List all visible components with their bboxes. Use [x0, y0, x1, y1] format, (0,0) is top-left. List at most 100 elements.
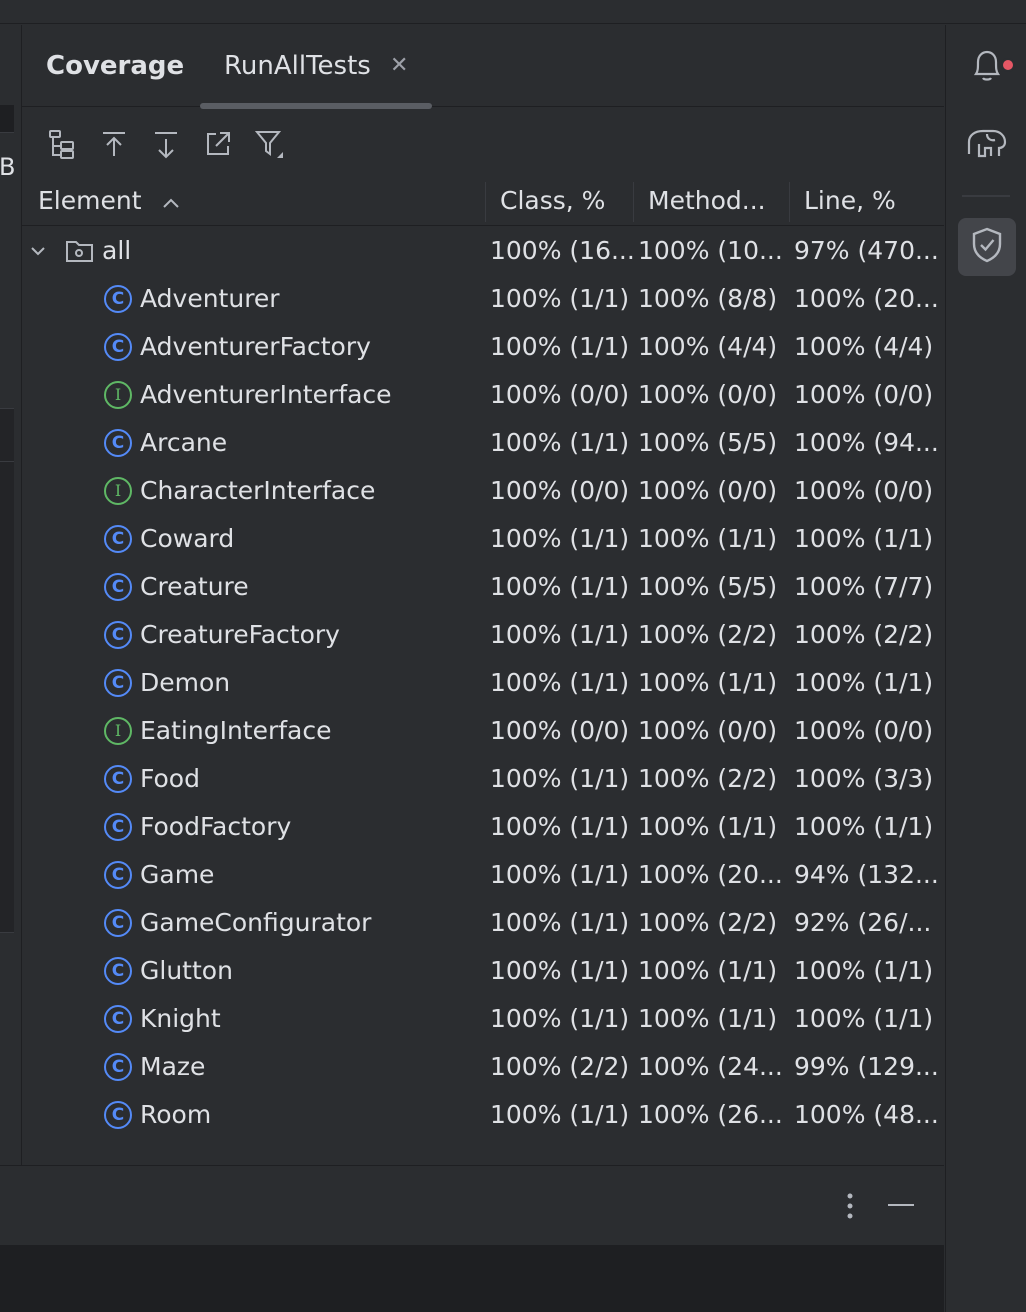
icon-glyph: C: [111, 865, 125, 885]
class-coverage: 100% (1/1): [490, 764, 630, 793]
icon-glyph: C: [111, 337, 125, 357]
table-row[interactable]: I CharacterInterface 100% (0/0) 100% (0/0) 1…: [22, 467, 944, 515]
line-coverage: 100% (2/2): [794, 620, 934, 649]
table-row[interactable]: C Coward 100% (1/1) 100% (1/1) 100% (1/1): [22, 515, 944, 563]
interface-icon: I: [104, 381, 132, 409]
table-row[interactable]: I AdventurerInterface 100% (0/0) 100% (0/0)…: [22, 371, 944, 419]
table-row[interactable]: C Creature 100% (1/1) 100% (5/5) 100% (7/7): [22, 563, 944, 611]
method-coverage: 100% (2/2): [638, 620, 778, 649]
tree-row-name: Arcane: [140, 428, 228, 457]
class-coverage: 100% (0/0): [490, 716, 630, 745]
class-coverage: 100% (1/1): [490, 956, 630, 985]
left-edge-strip: [0, 105, 14, 133]
class-coverage: 100% (1/1): [490, 284, 630, 313]
coverage-tool-button[interactable]: [958, 218, 1016, 276]
coverage-tool-window: Coverage RunAllTests ✕ Element Class, % …: [22, 25, 944, 1165]
class-coverage: 100% (1/1): [490, 524, 630, 553]
right-tool-strip: [945, 25, 1026, 1312]
tree-row-name: FoodFactory: [140, 812, 292, 841]
elephant-icon: [965, 126, 1009, 166]
column-divider[interactable]: [633, 182, 634, 222]
table-row[interactable]: C FoodFactory 100% (1/1) 100% (1/1) 100% (1/…: [22, 803, 944, 851]
left-edge-panel: [0, 408, 14, 933]
method-coverage: 100% (0/0): [638, 716, 778, 745]
table-row[interactable]: I EatingInterface 100% (0/0) 100% (0/0) 100%…: [22, 707, 944, 755]
tree-row-name: CharacterInterface: [140, 476, 376, 505]
class-icon: C: [104, 669, 132, 697]
method-coverage: 100% (4/4): [638, 332, 778, 361]
method-coverage: 100% (2/2): [638, 764, 778, 793]
navigate-down-icon[interactable]: [146, 124, 186, 164]
tree-row-name: Room: [140, 1100, 212, 1129]
tree-row-name: GameConfigurator: [140, 908, 372, 937]
notifications-button[interactable]: [958, 37, 1016, 95]
tree-row-all[interactable]: all 100% (16... 100% (10... 97% (470...: [22, 227, 944, 275]
line-coverage: 100% (0/0): [794, 380, 934, 409]
column-header-line[interactable]: Line, %: [804, 178, 940, 226]
navigate-up-icon[interactable]: [94, 124, 134, 164]
table-row[interactable]: C Maze 100% (2/2) 100% (24... 99% (129...: [22, 1043, 944, 1091]
tool-window-bottom-bar: [0, 1165, 944, 1245]
class-coverage: 100% (1/1): [490, 668, 630, 697]
flatten-packages-icon[interactable]: [42, 124, 82, 164]
minimize-icon[interactable]: [888, 1204, 914, 1206]
column-header-method[interactable]: Method...: [648, 178, 784, 226]
column-divider[interactable]: [789, 182, 790, 222]
method-coverage: 100% (8/8): [638, 284, 778, 313]
tree-row-name: AdventurerInterface: [140, 380, 392, 409]
line-coverage: 100% (48...: [794, 1100, 938, 1129]
icon-glyph: C: [111, 289, 125, 309]
filter-icon[interactable]: [250, 124, 290, 164]
table-row[interactable]: C Room 100% (1/1) 100% (26... 100% (48...: [22, 1091, 944, 1139]
table-row[interactable]: C Demon 100% (1/1) 100% (1/1) 100% (1/1): [22, 659, 944, 707]
method-coverage: 100% (5/5): [638, 428, 778, 457]
class-icon: C: [104, 285, 132, 313]
table-row[interactable]: C Glutton 100% (1/1) 100% (1/1) 100% (1/1): [22, 947, 944, 995]
close-tab-icon[interactable]: ✕: [390, 53, 408, 78]
tool-window-header: Coverage RunAllTests ✕: [22, 25, 944, 109]
tool-strip-separator: [962, 195, 1010, 197]
column-divider[interactable]: [485, 182, 486, 222]
method-coverage: 100% (20...: [638, 860, 783, 889]
class-coverage: 100% (1/1): [490, 332, 630, 361]
table-row[interactable]: C GameConfigurator 100% (1/1) 100% (2/2) 92%…: [22, 899, 944, 947]
icon-glyph: C: [111, 625, 125, 645]
table-row[interactable]: C Arcane 100% (1/1) 100% (5/5) 100% (94...: [22, 419, 944, 467]
icon-glyph: C: [111, 529, 125, 549]
sort-ascending-icon[interactable]: [161, 179, 181, 225]
method-coverage: 100% (1/1): [638, 668, 778, 697]
tab-run-all-tests[interactable]: RunAllTests ✕: [200, 25, 432, 109]
more-options-icon[interactable]: [840, 1188, 860, 1224]
table-row[interactable]: C Game 100% (1/1) 100% (20... 94% (132...: [22, 851, 944, 899]
line-coverage: 100% (1/1): [794, 1004, 934, 1033]
table-row[interactable]: C CreatureFactory 100% (1/1) 100% (2/2) 100%…: [22, 611, 944, 659]
table-row[interactable]: C AdventurerFactory 100% (1/1) 100% (4/4) 10…: [22, 323, 944, 371]
line-coverage: 100% (7/7): [794, 572, 934, 601]
class-icon: C: [104, 1053, 132, 1081]
coverage-tree: all 100% (16... 100% (10... 97% (470... …: [22, 227, 944, 1139]
table-row[interactable]: C Adventurer 100% (1/1) 100% (8/8) 100% (20.…: [22, 275, 944, 323]
class-coverage: 100% (1/1): [490, 812, 630, 841]
class-coverage: 100% (1/1): [490, 1004, 630, 1033]
line-coverage: 100% (1/1): [794, 668, 934, 697]
column-header-class[interactable]: Class, %: [500, 178, 630, 226]
line-coverage: 92% (26/...: [794, 908, 932, 937]
table-row[interactable]: C Knight 100% (1/1) 100% (1/1) 100% (1/1): [22, 995, 944, 1043]
tree-row-name: AdventurerFactory: [140, 332, 371, 361]
open-external-icon[interactable]: [198, 124, 238, 164]
icon-glyph: C: [111, 433, 125, 453]
class-icon: C: [104, 1005, 132, 1033]
tree-row-name: Coward: [140, 524, 235, 553]
chevron-down-icon[interactable]: [28, 241, 48, 265]
class-icon: C: [104, 909, 132, 937]
method-coverage: 100% (5/5): [638, 572, 778, 601]
icon-glyph: C: [111, 1057, 125, 1077]
class-icon: C: [104, 861, 132, 889]
class-coverage: 100% (1/1): [490, 908, 630, 937]
database-tool-button[interactable]: [958, 117, 1016, 175]
class-icon: C: [104, 429, 132, 457]
left-edge-divider: [0, 461, 14, 462]
method-coverage: 100% (0/0): [638, 476, 778, 505]
column-header-element[interactable]: Element: [38, 178, 478, 226]
table-row[interactable]: C Food 100% (1/1) 100% (2/2) 100% (3/3): [22, 755, 944, 803]
